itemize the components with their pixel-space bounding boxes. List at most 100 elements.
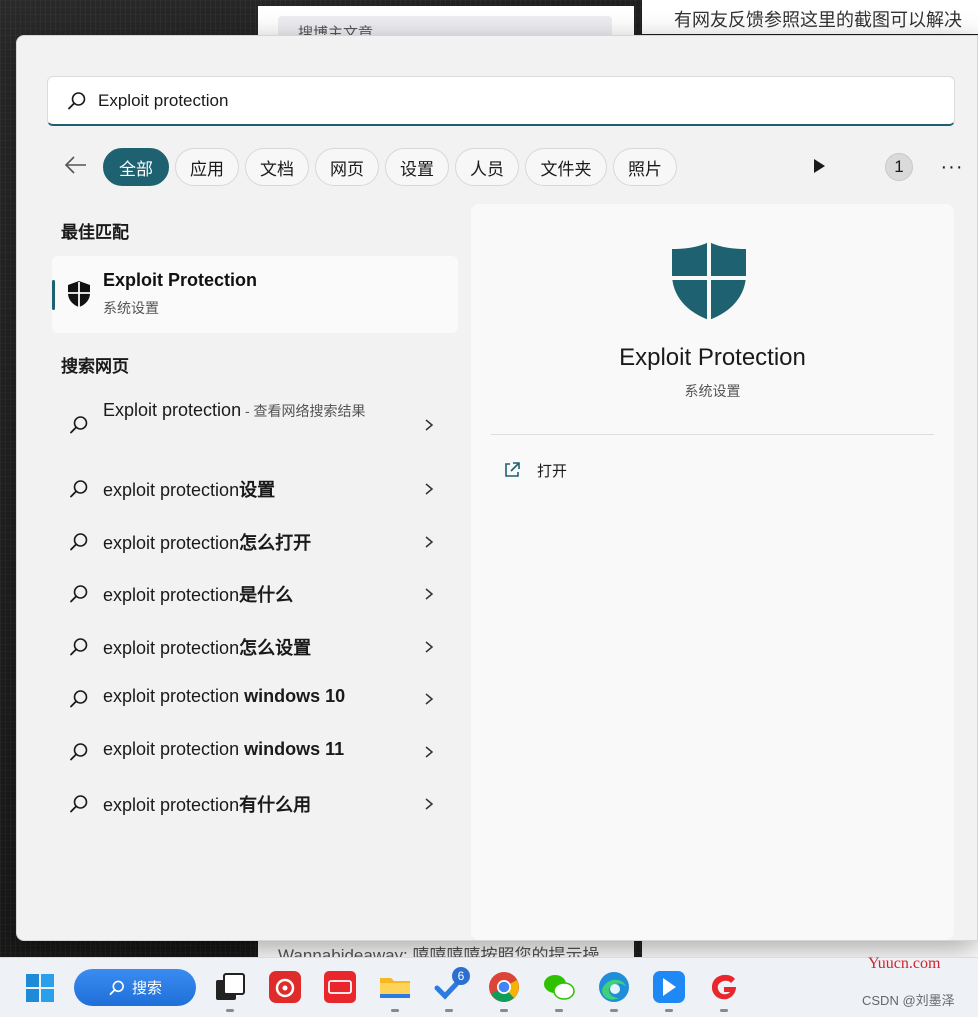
site-watermark: Yuucn.com xyxy=(868,955,941,972)
task-view-icon[interactable] xyxy=(213,970,247,1004)
youdao-dictionary-icon[interactable] xyxy=(323,970,357,1004)
selection-indicator xyxy=(52,280,55,310)
web-result-item[interactable]: exploit protection怎么设置 xyxy=(52,622,458,672)
running-indicator xyxy=(665,1009,673,1012)
web-result-text: exploit protection有什么用 xyxy=(103,791,311,817)
chevron-right-icon xyxy=(425,419,434,431)
search-icon xyxy=(109,980,124,995)
windows-start-icon[interactable] xyxy=(24,972,56,1004)
web-result-query: exploit protection xyxy=(103,638,240,658)
chevron-right-icon xyxy=(425,693,434,705)
best-match-heading: 最佳匹配 xyxy=(61,223,129,242)
chevron-right-icon xyxy=(425,588,434,600)
chevron-right-icon xyxy=(425,798,434,810)
open-external-icon xyxy=(505,462,520,477)
filter-tab-documents[interactable]: 文档 xyxy=(245,148,309,186)
running-indicator xyxy=(555,1009,563,1012)
netease-music-icon[interactable] xyxy=(268,970,302,1004)
search-icon xyxy=(70,533,88,551)
chevron-right-icon xyxy=(425,483,434,495)
background-article-text: 有网友反馈参照这里的截图可以解决 xyxy=(674,10,962,30)
chevron-right-icon xyxy=(425,641,434,653)
web-result-suffix: windows 10 xyxy=(244,686,346,706)
app-g-icon[interactable] xyxy=(707,970,741,1004)
feishu-icon[interactable] xyxy=(652,970,686,1004)
background-article-snippet: 有网友反馈参照这里的截图可以解决 xyxy=(642,0,978,34)
web-result-item[interactable]: exploit protection怎么打开 xyxy=(52,517,458,567)
web-result-query: exploit protection xyxy=(103,739,245,759)
filter-tab-apps[interactable]: 应用 xyxy=(175,148,239,186)
preview-pane: Exploit Protection 系统设置 打开 xyxy=(471,204,954,940)
running-indicator xyxy=(500,1009,508,1012)
web-result-text: Exploit protection - 查看网络搜索结果 xyxy=(103,398,393,424)
filter-tab-all[interactable]: 全部 xyxy=(103,148,169,186)
open-action[interactable]: 打开 xyxy=(503,458,567,482)
filter-tab-folders[interactable]: 文件夹 xyxy=(525,148,607,186)
web-result-suffix: 怎么打开 xyxy=(239,533,312,553)
web-search-heading: 搜索网页 xyxy=(61,357,129,376)
web-result-text: exploit protection是什么 xyxy=(103,581,293,607)
web-result-item[interactable]: exploit protection windows 10 xyxy=(52,674,458,724)
background-browser-search: 搜博主文章 xyxy=(258,6,634,42)
search-icon xyxy=(70,743,88,761)
play-icon[interactable] xyxy=(809,156,829,176)
wechat-icon[interactable] xyxy=(542,970,576,1004)
web-result-text: exploit protection怎么打开 xyxy=(103,529,311,555)
web-result-query: exploit protection xyxy=(103,585,240,605)
filter-tab-photos[interactable]: 照片 xyxy=(613,148,677,186)
search-icon xyxy=(68,91,86,109)
web-result-query: exploit protection xyxy=(103,533,240,553)
taskbar-search-button[interactable]: 搜索 xyxy=(74,969,196,1006)
more-options-button[interactable]: ··· xyxy=(937,152,967,182)
web-result-hint: - 查看网络搜索结果 xyxy=(241,403,366,419)
edge-icon[interactable] xyxy=(597,970,631,1004)
web-result-text: exploit protection windows 11 xyxy=(103,739,344,760)
open-label: 打开 xyxy=(537,462,568,480)
web-result-suffix: windows 11 xyxy=(244,739,345,759)
web-result-query: Exploit protection xyxy=(103,400,242,420)
web-result-item[interactable]: Exploit protection - 查看网络搜索结果 xyxy=(52,390,458,452)
search-icon xyxy=(70,416,88,434)
best-match-title: Exploit Protection xyxy=(103,270,258,290)
web-result-suffix: 设置 xyxy=(239,480,276,500)
running-indicator xyxy=(391,1009,399,1012)
taskbar-search-label: 搜索 xyxy=(131,980,162,997)
todo-badge: 6 xyxy=(452,967,470,985)
web-result-item[interactable]: exploit protection有什么用 xyxy=(52,779,458,829)
filter-tab-web[interactable]: 网页 xyxy=(315,148,379,186)
chevron-right-icon xyxy=(425,746,434,758)
back-button[interactable] xyxy=(61,150,91,180)
web-result-text: exploit protection windows 10 xyxy=(103,686,345,707)
rewards-badge[interactable]: 1 xyxy=(885,153,913,181)
web-result-suffix: 有什么用 xyxy=(239,795,312,815)
preview-title: Exploit Protection xyxy=(619,344,806,371)
best-match-item[interactable]: Exploit Protection 系统设置 xyxy=(52,256,458,333)
filter-tab-people[interactable]: 人员 xyxy=(455,148,519,186)
web-result-query: exploit protection xyxy=(103,686,245,706)
web-result-item[interactable]: exploit protection设置 xyxy=(52,464,458,514)
taskbar: 搜索 6 xyxy=(0,957,978,1017)
preview-subtitle: 系统设置 xyxy=(684,383,741,399)
search-input[interactable] xyxy=(98,90,918,111)
web-result-query: exploit protection xyxy=(103,795,240,815)
web-result-suffix: 怎么设置 xyxy=(239,638,312,658)
running-indicator xyxy=(226,1009,234,1012)
chevron-right-icon xyxy=(425,536,434,548)
file-explorer-icon[interactable] xyxy=(378,970,412,1004)
web-result-item[interactable]: exploit protection windows 11 xyxy=(52,727,458,777)
best-match-subtitle: 系统设置 xyxy=(103,300,159,316)
filter-tab-settings[interactable]: 设置 xyxy=(385,148,449,186)
web-result-text: exploit protection怎么设置 xyxy=(103,634,311,660)
chrome-icon[interactable] xyxy=(487,970,521,1004)
running-indicator xyxy=(610,1009,618,1012)
back-arrow-icon xyxy=(64,156,86,174)
web-result-item[interactable]: exploit protection是什么 xyxy=(52,569,458,619)
web-result-text: exploit protection设置 xyxy=(103,476,275,502)
divider xyxy=(491,434,934,435)
search-icon xyxy=(70,585,88,603)
filter-bar: 全部 应用 文档 网页 设置 人员 文件夹 照片 1 ··· xyxy=(57,144,962,188)
web-result-query: exploit protection xyxy=(103,480,240,500)
search-icon xyxy=(70,795,88,813)
search-panel: 全部 应用 文档 网页 设置 人员 文件夹 照片 1 ··· 最佳匹配 Expl… xyxy=(16,35,978,941)
search-box[interactable] xyxy=(47,76,955,126)
